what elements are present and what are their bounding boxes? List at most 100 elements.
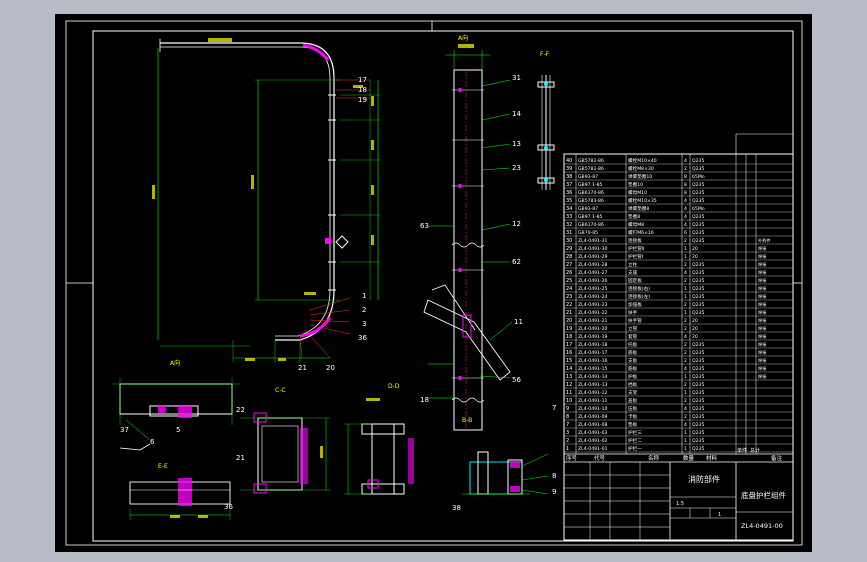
bom-cell: Q235: [692, 406, 704, 412]
bom-cell: 20: [692, 326, 698, 332]
bom-cell: ZL4-0491-20: [578, 326, 608, 332]
bom-cell: 35: [566, 198, 572, 204]
bom-cell: 4: [684, 270, 687, 276]
bom-cell: Q235: [692, 430, 704, 436]
callout-right: 14: [512, 110, 521, 118]
cad-drawing-viewport[interactable]: 40 GB5782-86 螺栓M10×40 4 Q235 39 GB5782-86 螺栓M8×…: [0, 0, 867, 562]
bom-cell: 立管: [628, 325, 638, 332]
bom-cell: 4: [684, 422, 687, 428]
bom-cell: 37: [566, 182, 572, 188]
bom-cell: 扶手: [628, 309, 638, 316]
bom-cell: Q235: [692, 286, 704, 292]
bom-cell: ZL4-0491-30: [578, 246, 608, 252]
bom-cell: 1: [684, 430, 687, 436]
callout-bottom: 22: [236, 406, 245, 414]
bom-cell: GB93-87: [578, 206, 598, 212]
bom-cell: 22: [566, 302, 572, 308]
bom-cell: 焊接: [758, 349, 767, 356]
bom-cell: ZL4-0491-09: [578, 414, 608, 420]
view-label-f: F-F: [540, 51, 550, 58]
callout-bottom: 5: [176, 426, 180, 434]
bom-cell: Q235: [692, 214, 704, 220]
bom-cell: 2: [684, 414, 687, 420]
callout-bottom: 6: [150, 438, 155, 446]
bom-cell: GB97.1-85: [578, 182, 603, 188]
bom-cell: Q235: [692, 358, 704, 364]
bom-cell: 护栏二: [628, 437, 642, 444]
bom-cell: 焊接: [758, 325, 767, 332]
bom-cell: 2: [684, 326, 687, 332]
bom-cell: 32: [566, 222, 572, 228]
callout-bottom: 7: [552, 404, 556, 412]
callout-right: 62: [512, 258, 521, 266]
bom-cell: 4: [684, 366, 687, 372]
callout-left: 36: [358, 334, 367, 342]
callout-bottom: 38: [452, 504, 461, 512]
bom-cell: 2: [684, 382, 687, 388]
callout-right: 56: [512, 376, 521, 384]
bom-cell: ZL4-0491-19: [578, 334, 608, 340]
bom-cell: 2: [684, 398, 687, 404]
bom-cell: ZL4-0491-08: [578, 422, 608, 428]
bom-cell: 连接板(左): [628, 293, 650, 300]
callout-left: 1: [362, 292, 366, 300]
view-label-a2: A向: [458, 34, 468, 42]
bom-cell: 2: [684, 342, 687, 348]
callout-left: 21: [298, 364, 307, 372]
bom-cell: GB70-85: [578, 230, 598, 236]
bom-cell: 4: [684, 158, 687, 164]
bom-cell: 33: [566, 214, 572, 220]
bom-cell: Q235: [692, 198, 704, 204]
bom-cell: GB5783-86: [578, 198, 604, 204]
bom-cell: 65Mn: [692, 174, 705, 180]
drawing-name: 底盘护栏组件: [741, 490, 786, 500]
bom-cell: 垫圈10: [628, 181, 643, 188]
bom-cell: 2: [684, 166, 687, 172]
callout-bottom: 21: [236, 454, 245, 462]
bom-cell: 底板: [628, 349, 638, 356]
bom-cell: 8: [566, 414, 569, 420]
bom-cell: ZL4-0491-16: [578, 358, 608, 364]
bom-cell: Q235: [692, 190, 704, 196]
bom-cell: 焊接: [758, 357, 767, 364]
header-material: 材料: [706, 454, 718, 462]
bom-cell: 23: [566, 294, 572, 300]
bom-cell: 2: [684, 318, 687, 324]
bom-cell: 焊接: [758, 373, 767, 380]
bom-cell: ZL4-0491-14: [578, 374, 608, 380]
bom-cell: 15: [566, 358, 572, 364]
callout-right: 63: [420, 222, 429, 230]
bom-cell: 护栏管Ⅰ: [628, 253, 643, 260]
bom-cell: 2: [566, 438, 569, 444]
bom-cell: 65Mn: [692, 206, 705, 212]
callout-right: 31: [512, 74, 521, 82]
bom-cell: 护板: [628, 373, 638, 380]
bom-cell: 27: [566, 262, 572, 268]
bom-cell: GB6170-86: [578, 222, 604, 228]
bom-cell: 立柱: [628, 261, 638, 268]
bom-cell: 21: [566, 310, 572, 316]
bom-cell: Q235: [692, 278, 704, 284]
sheet-value: 1: [718, 512, 721, 518]
bom-cell: Q235: [692, 414, 704, 420]
callout-bottom: 9: [552, 488, 556, 496]
bom-cell: Q235: [692, 238, 704, 244]
bom-cell: 弹簧垫圈10: [628, 173, 652, 180]
view-label-b: B-B: [462, 417, 472, 424]
bom-cell: ZL4-0491-02: [578, 438, 608, 444]
bom-cell: 套管: [628, 333, 638, 340]
bom-cell: 4: [684, 222, 687, 228]
callout-bottom: 8: [552, 472, 556, 480]
bom-cell: 1: [684, 294, 687, 300]
bom-cell: ZL4-0491-24: [578, 294, 608, 300]
view-label-d: D-D: [388, 383, 400, 390]
bom-cell: 4: [684, 198, 687, 204]
bom-cell: 护栏一: [628, 445, 642, 452]
bom-cell: 护栏管Ⅱ: [628, 245, 644, 252]
bom-cell: 29: [566, 246, 572, 252]
bom-cell: 螺钉M6×16: [628, 229, 654, 236]
bom-cell: Q235: [692, 342, 704, 348]
bom-cell: 18: [566, 334, 572, 340]
bom-cell: Q235: [692, 446, 704, 452]
bom-cell: 1: [684, 446, 687, 452]
